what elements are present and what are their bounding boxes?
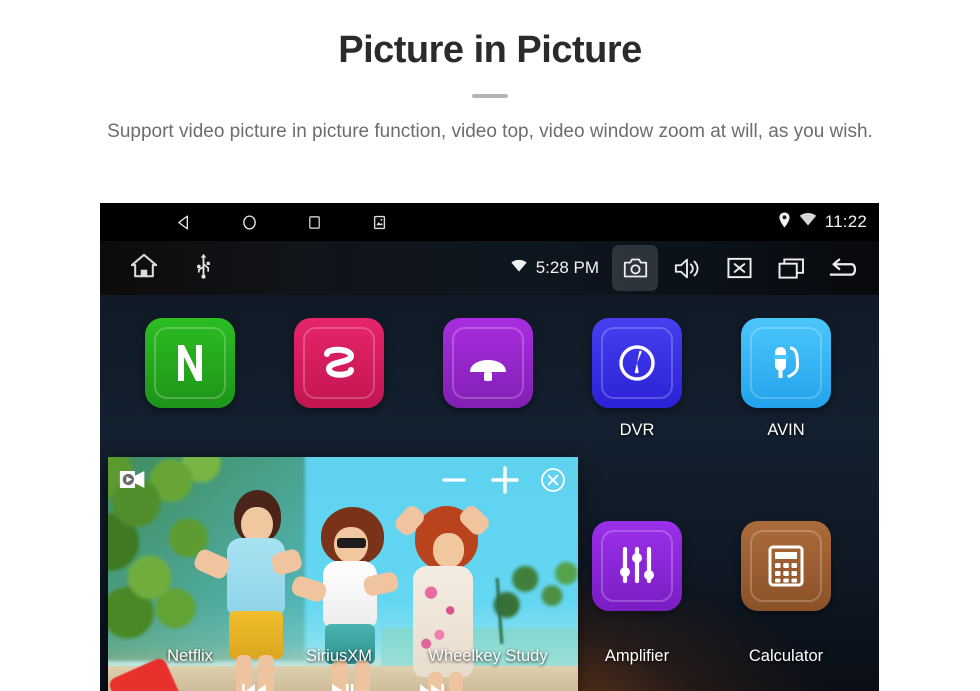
usb-icon[interactable] — [196, 253, 211, 284]
wheelkey-icon — [443, 318, 533, 408]
pip-zoom-out-button[interactable] — [438, 464, 470, 496]
home-icon[interactable] — [130, 253, 158, 284]
app-label-dvr: DVR — [619, 421, 655, 439]
app-icon-amplifier[interactable] — [577, 521, 697, 611]
toolbar-clock: 5:28 PM — [535, 258, 599, 277]
app-label-strip: Netflix SiriusXM Wheelkey Study Amplifie… — [100, 637, 879, 691]
camera-icon[interactable] — [612, 245, 658, 291]
status-bar-clock: 11:22 — [824, 212, 867, 231]
page-subtitle: Support video picture in picture functio… — [107, 120, 873, 142]
toolbar-clock-group: 5:28 PM — [510, 258, 599, 278]
wifi-icon — [510, 259, 528, 278]
screenshot-icon[interactable] — [347, 203, 412, 241]
pip-window-controls — [438, 463, 566, 497]
toolbar-right-group: 5:28 PM — [510, 241, 869, 295]
hero-section: Picture in Picture Support video picture… — [0, 0, 980, 145]
system-toolbar: 5:28 PM — [100, 241, 879, 295]
app-label-netflix: Netflix — [167, 647, 213, 665]
avin-plug-icon — [741, 318, 831, 408]
multi-window-icon[interactable] — [768, 245, 814, 291]
app-icon-wheelkey-study[interactable] — [428, 318, 548, 408]
home-icon[interactable] — [217, 203, 282, 241]
siriusxm-icon — [294, 318, 384, 408]
pip-close-button[interactable] — [540, 467, 566, 493]
back-arrow-icon[interactable] — [820, 245, 866, 291]
status-bar-right: 11:22 — [778, 203, 867, 241]
title-divider — [472, 93, 508, 98]
app-icon-siriusxm[interactable] — [279, 318, 399, 408]
video-camera-icon[interactable] — [118, 467, 150, 492]
page-title: Picture in Picture — [338, 29, 642, 71]
close-box-icon[interactable] — [716, 245, 762, 291]
system-nav-buttons — [152, 203, 412, 241]
app-icon-netflix[interactable] — [130, 318, 250, 408]
app-label-avin: AVIN — [767, 421, 805, 439]
volume-icon[interactable] — [664, 245, 710, 291]
toolbar-left-group — [130, 253, 211, 284]
dvr-gauge-icon — [592, 318, 682, 408]
app-icon-calculator[interactable] — [726, 521, 846, 611]
app-label-siriusxm: SiriusXM — [305, 647, 373, 665]
device-screen: 11:22 5:28 PM Netflix SiriusXM Wheelkey … — [100, 203, 879, 691]
recents-icon[interactable] — [282, 203, 347, 241]
wifi-icon — [799, 212, 817, 232]
app-icon-avin[interactable] — [726, 318, 846, 408]
equalizer-icon — [592, 521, 682, 611]
page-root: Picture in Picture Support video picture… — [0, 0, 980, 691]
android-status-bar: 11:22 — [100, 203, 879, 241]
home-screen-desktop: sicara — [100, 295, 879, 691]
pip-zoom-in-button[interactable] — [488, 463, 522, 497]
app-label-amplifier: Amplifier — [604, 647, 670, 665]
back-icon[interactable] — [152, 203, 217, 241]
location-pin-icon — [778, 212, 791, 233]
calculator-icon — [741, 521, 831, 611]
app-label-calculator: Calculator — [748, 647, 824, 665]
netflix-icon — [145, 318, 235, 408]
app-label-wheelkey: Wheelkey Study — [428, 647, 548, 665]
app-icon-dvr[interactable] — [577, 318, 697, 408]
